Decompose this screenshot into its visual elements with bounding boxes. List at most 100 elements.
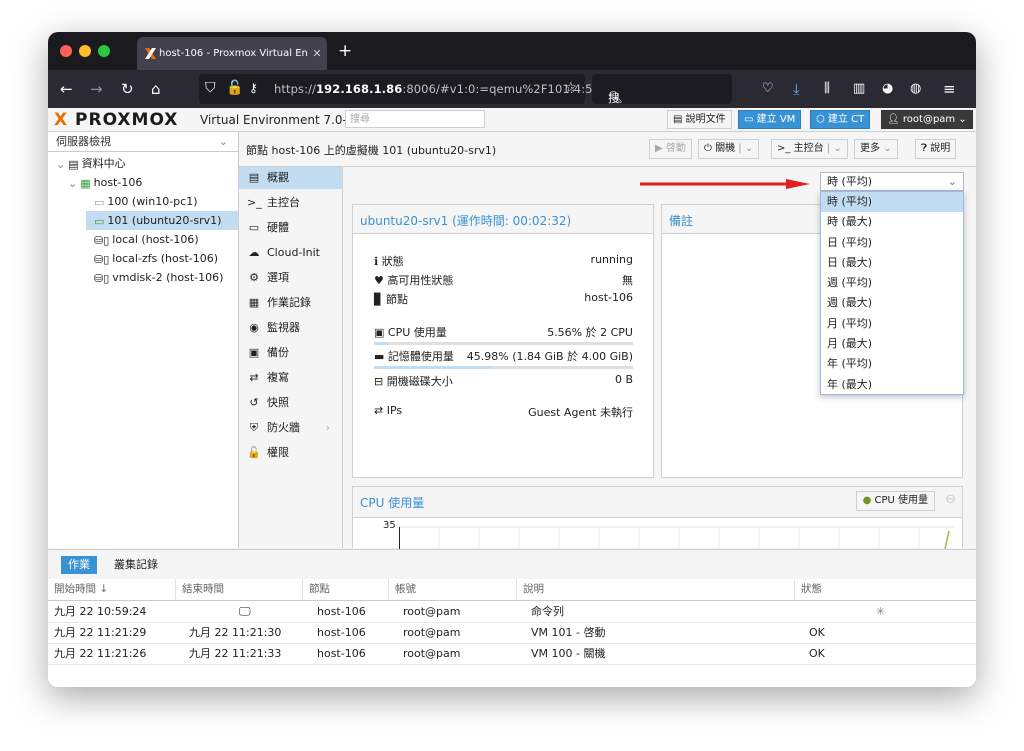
tree-item-storage-local-zfs[interactable]: ⛁▯ local-zfs (host-106) [94, 249, 218, 268]
timeframe-option[interactable]: 日 (最大) [821, 253, 963, 273]
menu-item-firewall[interactable]: ⛨ 防火牆 › [239, 417, 342, 439]
reload-icon[interactable]: ↻ [121, 80, 134, 98]
timeframe-option[interactable]: 週 (最大) [821, 293, 963, 313]
ha-row: ♥ 高可用性狀態無 [374, 274, 633, 287]
download-icon[interactable]: ⤓ [793, 80, 800, 98]
extension-shield-icon[interactable]: ◍ [910, 81, 921, 96]
url-bar[interactable]: ⛉ 🔓 ⚷ https://192.168.1.86:8006/#v1:0:=q… [199, 74, 592, 104]
timeframe-option[interactable]: 時 (平均) [821, 192, 963, 213]
summary-icon: ▤ [248, 171, 260, 184]
task-log-tabs: 作業 叢集記錄 [48, 550, 976, 580]
vm-menu: ▤ 概觀 >_ 主控台 ▭ 硬體 ☁ Cloud-Init ⚙ 選項 ▦ 作業記錄 ◉ 監視器… [239, 167, 343, 548]
column-end-time[interactable]: 結束時間 [176, 579, 303, 600]
minimize-window-button[interactable] [79, 45, 91, 57]
help-button[interactable]: ❓︎ 說明 [915, 139, 957, 159]
column-description[interactable]: 說明 [517, 579, 795, 600]
permissions-key-icon[interactable]: ⚷ [249, 81, 258, 95]
tree-item-storage-vmdisk-2[interactable]: ⛁▯ vmdisk-2 (host-106) [94, 268, 223, 287]
menu-item-snapshots[interactable]: ↺ 快照 [239, 392, 342, 414]
forward-icon[interactable]: → [90, 80, 103, 98]
menu-item-replication[interactable]: ⇄ 複寫 [239, 367, 342, 389]
red-arrow-annotation [640, 179, 810, 189]
proxmox-ui: X PROXMOX Virtual Environment 7.0-11 搜尋 … [48, 108, 976, 687]
tab-close-icon[interactable]: ✕ [307, 47, 327, 60]
timeframe-option[interactable]: 日 (平均) [821, 233, 963, 253]
resource-tree: 伺服器檢視 ⌄ ⌄ ▤ 資料中心 ⌄ ▦ host-106 ▭ 100 (win10-pc1… [48, 132, 239, 548]
bookmark-star-icon[interactable]: ☆ [564, 80, 577, 96]
header-search-input[interactable]: 搜尋 [345, 110, 485, 128]
cpu-legend-button[interactable]: ● CPU 使用量 [855, 491, 935, 511]
tree-item-datacenter[interactable]: ⌄ ▤ 資料中心 [56, 154, 126, 173]
zoom-window-button[interactable] [98, 45, 110, 57]
shutdown-button[interactable]: ⏻ 關機 | ⌄ [698, 139, 760, 159]
timeframe-option[interactable]: 年 (最大) [821, 375, 963, 395]
cell-description: 命令列 [531, 605, 564, 618]
pocket-icon[interactable]: ♡ [762, 81, 774, 96]
menu-item-cloud-init[interactable]: ☁ Cloud-Init [239, 242, 342, 264]
user-menu-button[interactable]: 👤︎ root@pam ⌄ [881, 110, 973, 129]
view-selector[interactable]: 伺服器檢視 ⌄ [48, 132, 238, 152]
book-icon: ▤ [673, 114, 683, 125]
console-button[interactable]: >_ 主控台 | ⌄ [771, 139, 848, 159]
back-icon[interactable]: ← [60, 80, 73, 98]
menu-item-console[interactable]: >_ 主控台 [239, 192, 342, 214]
create-vm-button[interactable]: ▭ 建立 VM [738, 110, 802, 129]
extension-j-icon[interactable]: ◕ [882, 81, 893, 96]
vm-running-icon: ▭ [94, 214, 105, 228]
storage-icon: ⛁▯ [94, 271, 110, 285]
browser-window: host-106 - Proxmox Virtual Envi ✕ + ← → … [48, 32, 976, 687]
tab-cluster-log[interactable]: 叢集記錄 [107, 556, 165, 574]
tab-tasks[interactable]: 作業 [61, 556, 97, 574]
tree-item-vm-100[interactable]: ▭ 100 (win10-pc1) [94, 192, 198, 211]
column-status[interactable]: 狀態 [795, 579, 976, 600]
tree-item-storage-local[interactable]: ⛁▯ local (host-106) [94, 230, 199, 249]
menu-item-task-history[interactable]: ▦ 作業記錄 [239, 292, 342, 314]
timeframe-option[interactable]: 時 (最大) [821, 212, 963, 232]
tree-item-host[interactable]: ⌄ ▦ host-106 [68, 173, 142, 192]
menu-item-summary[interactable]: ▤ 概觀 [239, 167, 342, 189]
menu-icon[interactable]: ≡ [943, 80, 956, 98]
shield-icon[interactable]: ⛉ [205, 80, 216, 96]
spinner-icon: ✳ [876, 605, 886, 618]
create-ct-button[interactable]: ⬡ 建立 CT [810, 110, 871, 129]
expand-icon: ⌄ [68, 176, 78, 190]
library-icon[interactable]: ⫼ [824, 81, 830, 96]
url-text[interactable]: https://192.168.1.86:8006/#v1:0:=qemu%2F… [274, 82, 593, 96]
menu-item-monitor[interactable]: ◉ 監視器 [239, 317, 342, 339]
menu-item-hardware[interactable]: ▭ 硬體 [239, 217, 342, 239]
home-icon[interactable]: ⌂ [151, 80, 161, 98]
tree-item-vm-101[interactable]: ▭ 101 (ubuntu20-srv1) [86, 211, 238, 230]
menu-item-options[interactable]: ⚙ 選項 [239, 267, 342, 289]
timeframe-select[interactable]: 時 (平均) ⌄ [820, 172, 964, 191]
column-start-time[interactable]: 開始時間 ↓ [48, 579, 176, 600]
proxmox-favicon-icon [145, 48, 156, 59]
sidebar-icon[interactable]: ▥ [853, 81, 865, 96]
play-icon: ▶ [655, 143, 663, 154]
cell-node: host-106 [317, 605, 366, 618]
docs-button[interactable]: ▤ 說明文件 [667, 110, 732, 129]
new-tab-icon[interactable]: + [338, 41, 352, 61]
shield-icon: ⛨ [249, 421, 259, 434]
menu-item-permissions[interactable]: 🔓 權限 [239, 442, 342, 464]
table-row[interactable]: 九月 22 11:21:26 九月 22 11:21:33 host-106 r… [48, 643, 976, 665]
menu-item-backup[interactable]: ▣ 備份 [239, 342, 342, 364]
browser-tab[interactable]: host-106 - Proxmox Virtual Envi ✕ [137, 37, 327, 70]
start-button[interactable]: ▶ 啓動 [649, 139, 692, 159]
timeframe-option[interactable]: 月 (平均) [821, 314, 963, 334]
close-window-button[interactable] [60, 45, 72, 57]
timeframe-option[interactable]: 月 (最大) [821, 334, 963, 354]
collapse-icon[interactable]: ⊖ [945, 492, 956, 507]
column-node[interactable]: 節點 [303, 579, 389, 600]
table-row[interactable]: 九月 22 10:59:24 🖵︎ host-106 root@pam 命令列 … [48, 601, 976, 623]
cell-user: root@pam [403, 647, 461, 660]
timeframe-option[interactable]: 年 (平均) [821, 354, 963, 374]
browser-search-field[interactable]: 🔍︎ 搜尋 [592, 74, 732, 121]
monitor-icon: ▭ [744, 114, 754, 125]
more-button[interactable]: 更多 ⌄ [854, 139, 898, 159]
power-icon: ⏻ [704, 143, 712, 154]
table-row[interactable]: 九月 22 11:21:29 九月 22 11:21:30 host-106 r… [48, 622, 976, 644]
insecure-lock-icon[interactable]: 🔓 [226, 80, 243, 96]
timeframe-option[interactable]: 週 (平均) [821, 273, 963, 293]
expand-icon: ⌄ [56, 157, 66, 171]
column-user[interactable]: 帳號 [389, 579, 517, 600]
